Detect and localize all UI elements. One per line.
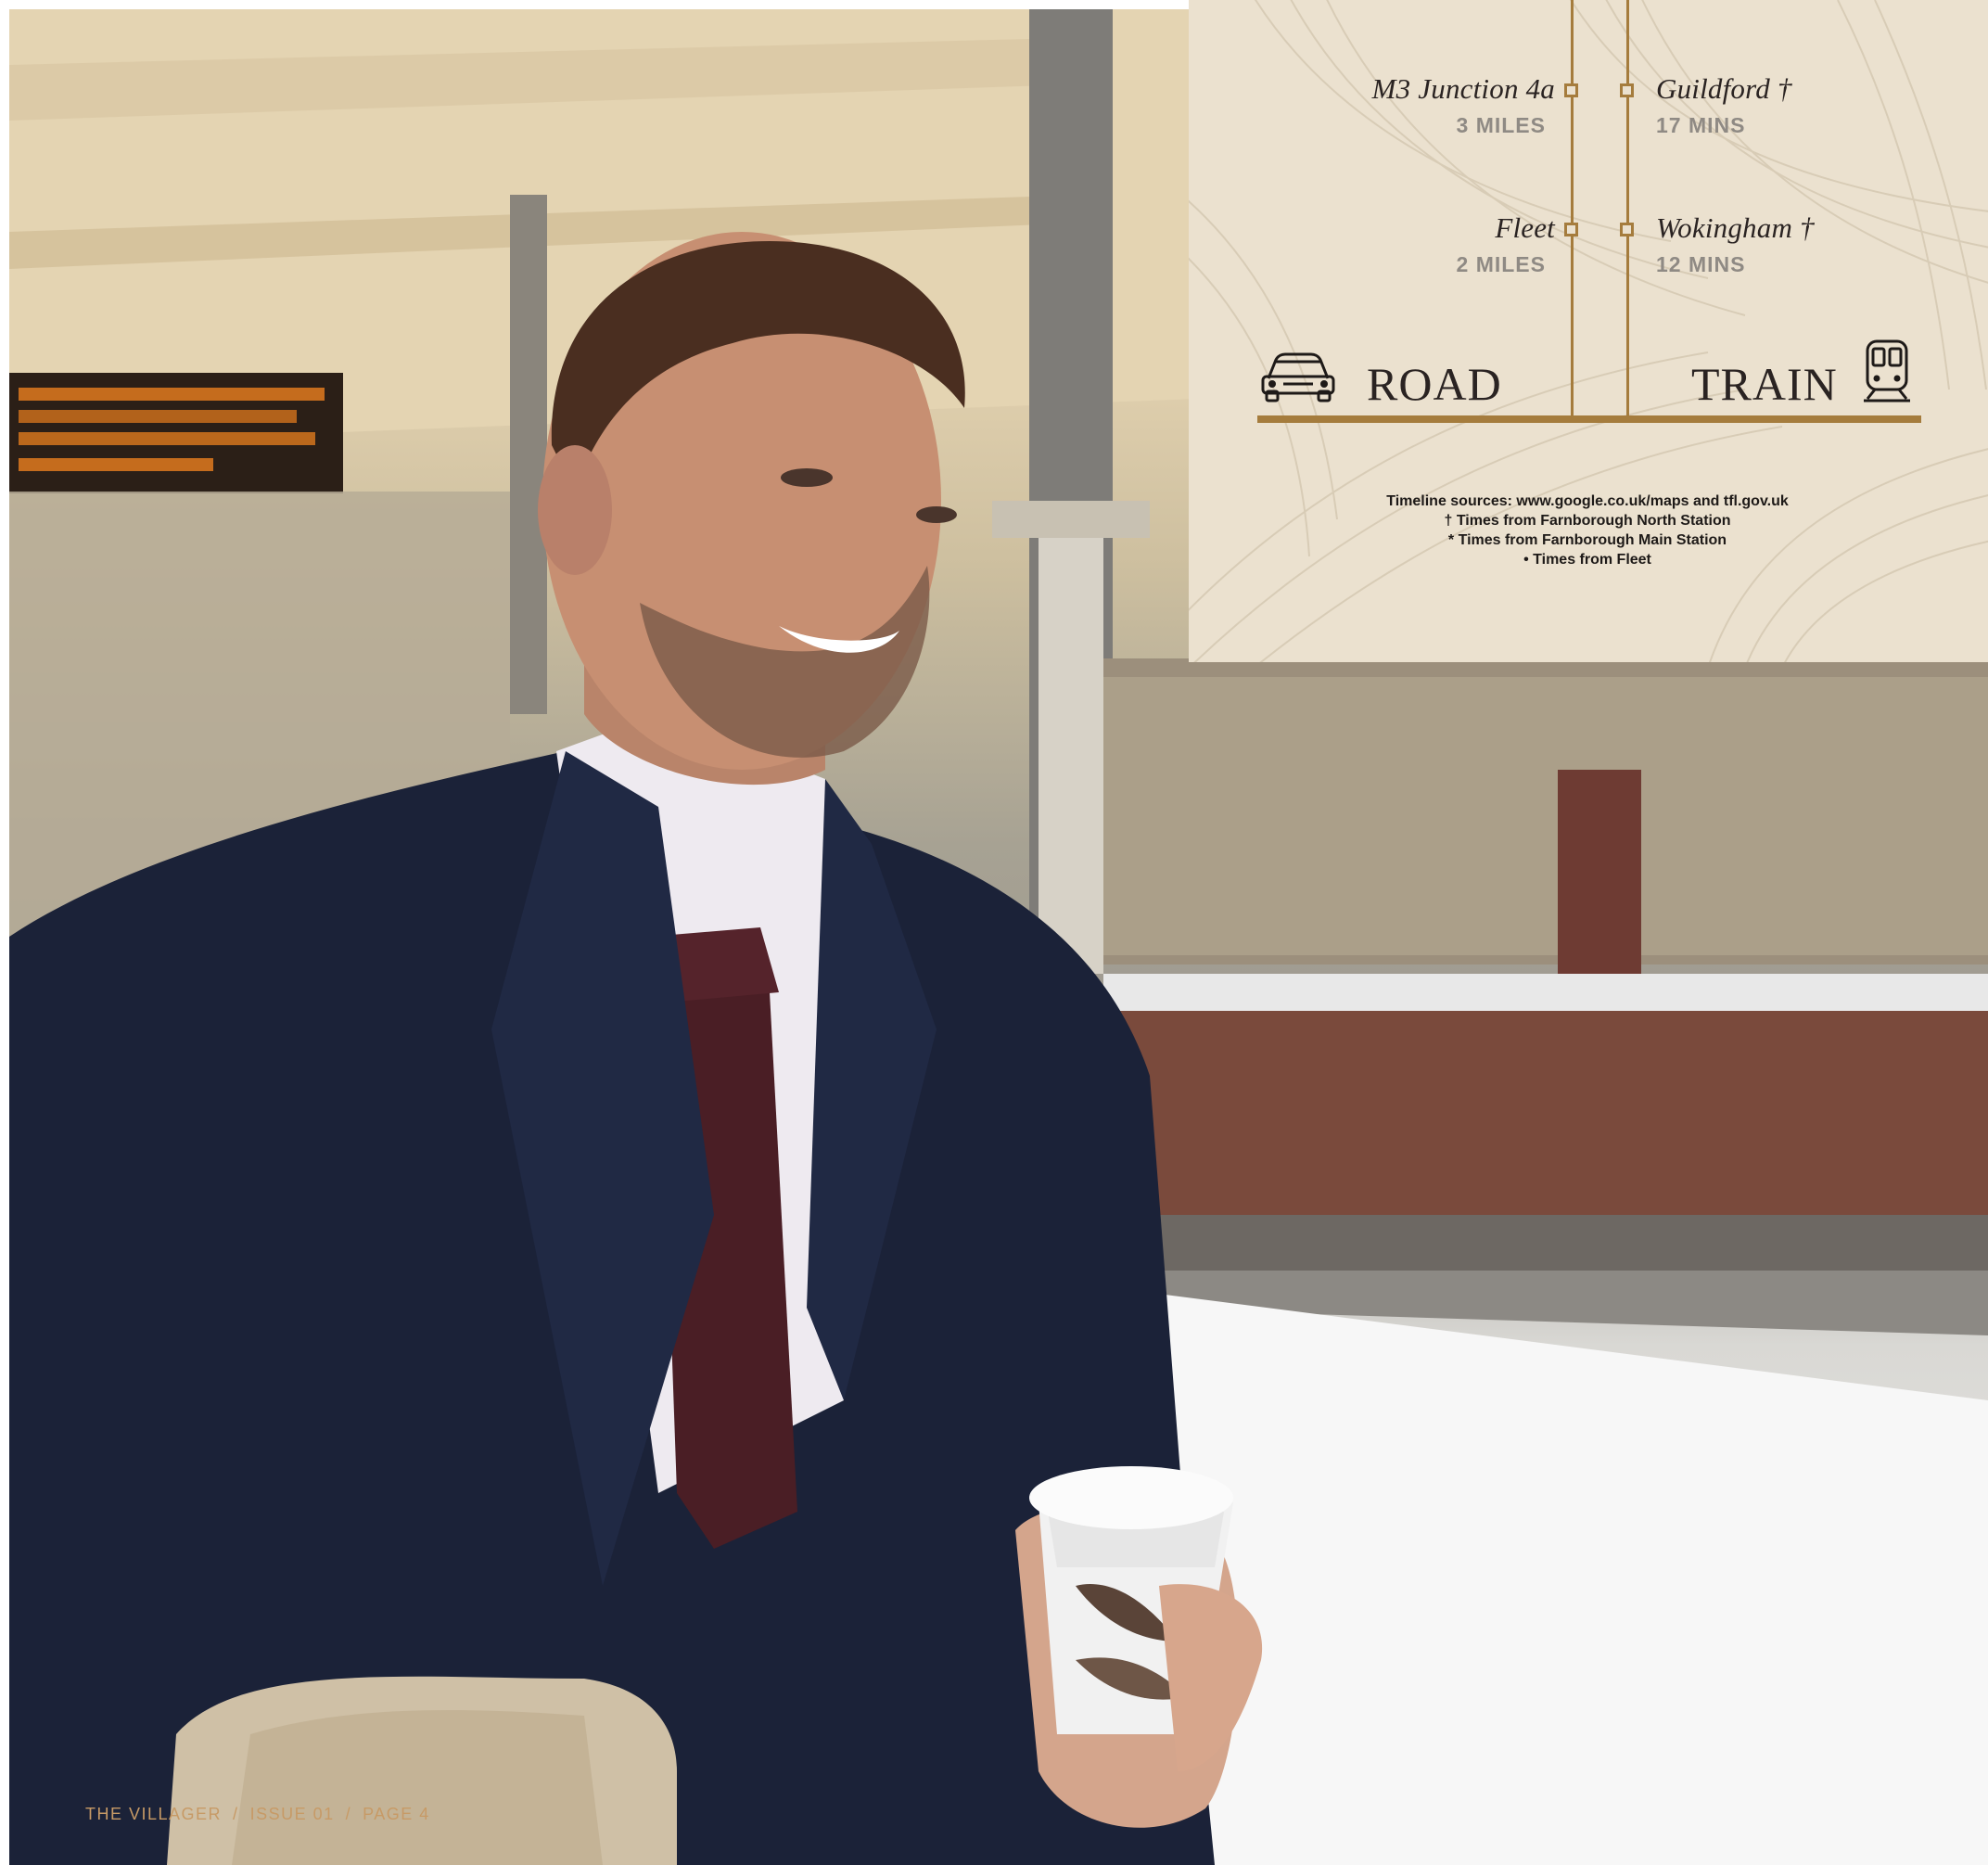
train-stop-time: 17 MINS [1656, 113, 1746, 137]
brochure-page: M3 Junction 4a 3 MILES Fleet 2 MILES Gui… [0, 0, 1988, 1865]
road-stop-place: Fleet [1495, 211, 1555, 244]
train-icon [1862, 338, 1912, 409]
timeline-sources: Timeline sources: www.google.co.uk/maps … [1309, 492, 1866, 569]
train-label: TRAIN [1691, 358, 1838, 410]
road-label: ROAD [1367, 358, 1502, 410]
sources-line: * Times from Farnborough Main Station [1447, 532, 1727, 548]
footer-separator: / [345, 1805, 352, 1823]
timeline-node [1564, 223, 1578, 236]
timeline-node [1620, 223, 1634, 236]
car-icon [1259, 351, 1337, 409]
page-number: PAGE 4 [363, 1805, 430, 1823]
train-stop-place: Guildford † [1656, 72, 1792, 105]
timeline-node [1620, 83, 1634, 97]
sources-line: Timeline sources: www.google.co.uk/maps … [1386, 493, 1789, 509]
timeline-base-bar [1257, 415, 1921, 423]
train-stop-place: Wokingham † [1656, 211, 1815, 244]
road-stop-place: M3 Junction 4a [1371, 72, 1555, 105]
train-stop-time: 12 MINS [1656, 252, 1746, 276]
road-timeline-line [1571, 0, 1574, 417]
page-footer: THE VILLAGER / ISSUE 01 / PAGE 4 [85, 1805, 430, 1824]
sources-line: † Times from Farnborough North Station [1444, 513, 1731, 529]
sources-line: • Times from Fleet [1523, 552, 1651, 568]
publication-name: THE VILLAGER [85, 1805, 223, 1823]
road-stop-distance: 3 MILES [1456, 113, 1546, 137]
timeline-node [1564, 83, 1578, 97]
train-timeline-line [1626, 0, 1629, 417]
issue-number: ISSUE 01 [249, 1805, 335, 1823]
footer-separator: / [233, 1805, 239, 1823]
road-stop-distance: 2 MILES [1456, 252, 1546, 276]
travel-timeline-panel: M3 Junction 4a 3 MILES Fleet 2 MILES Gui… [1189, 0, 1988, 662]
